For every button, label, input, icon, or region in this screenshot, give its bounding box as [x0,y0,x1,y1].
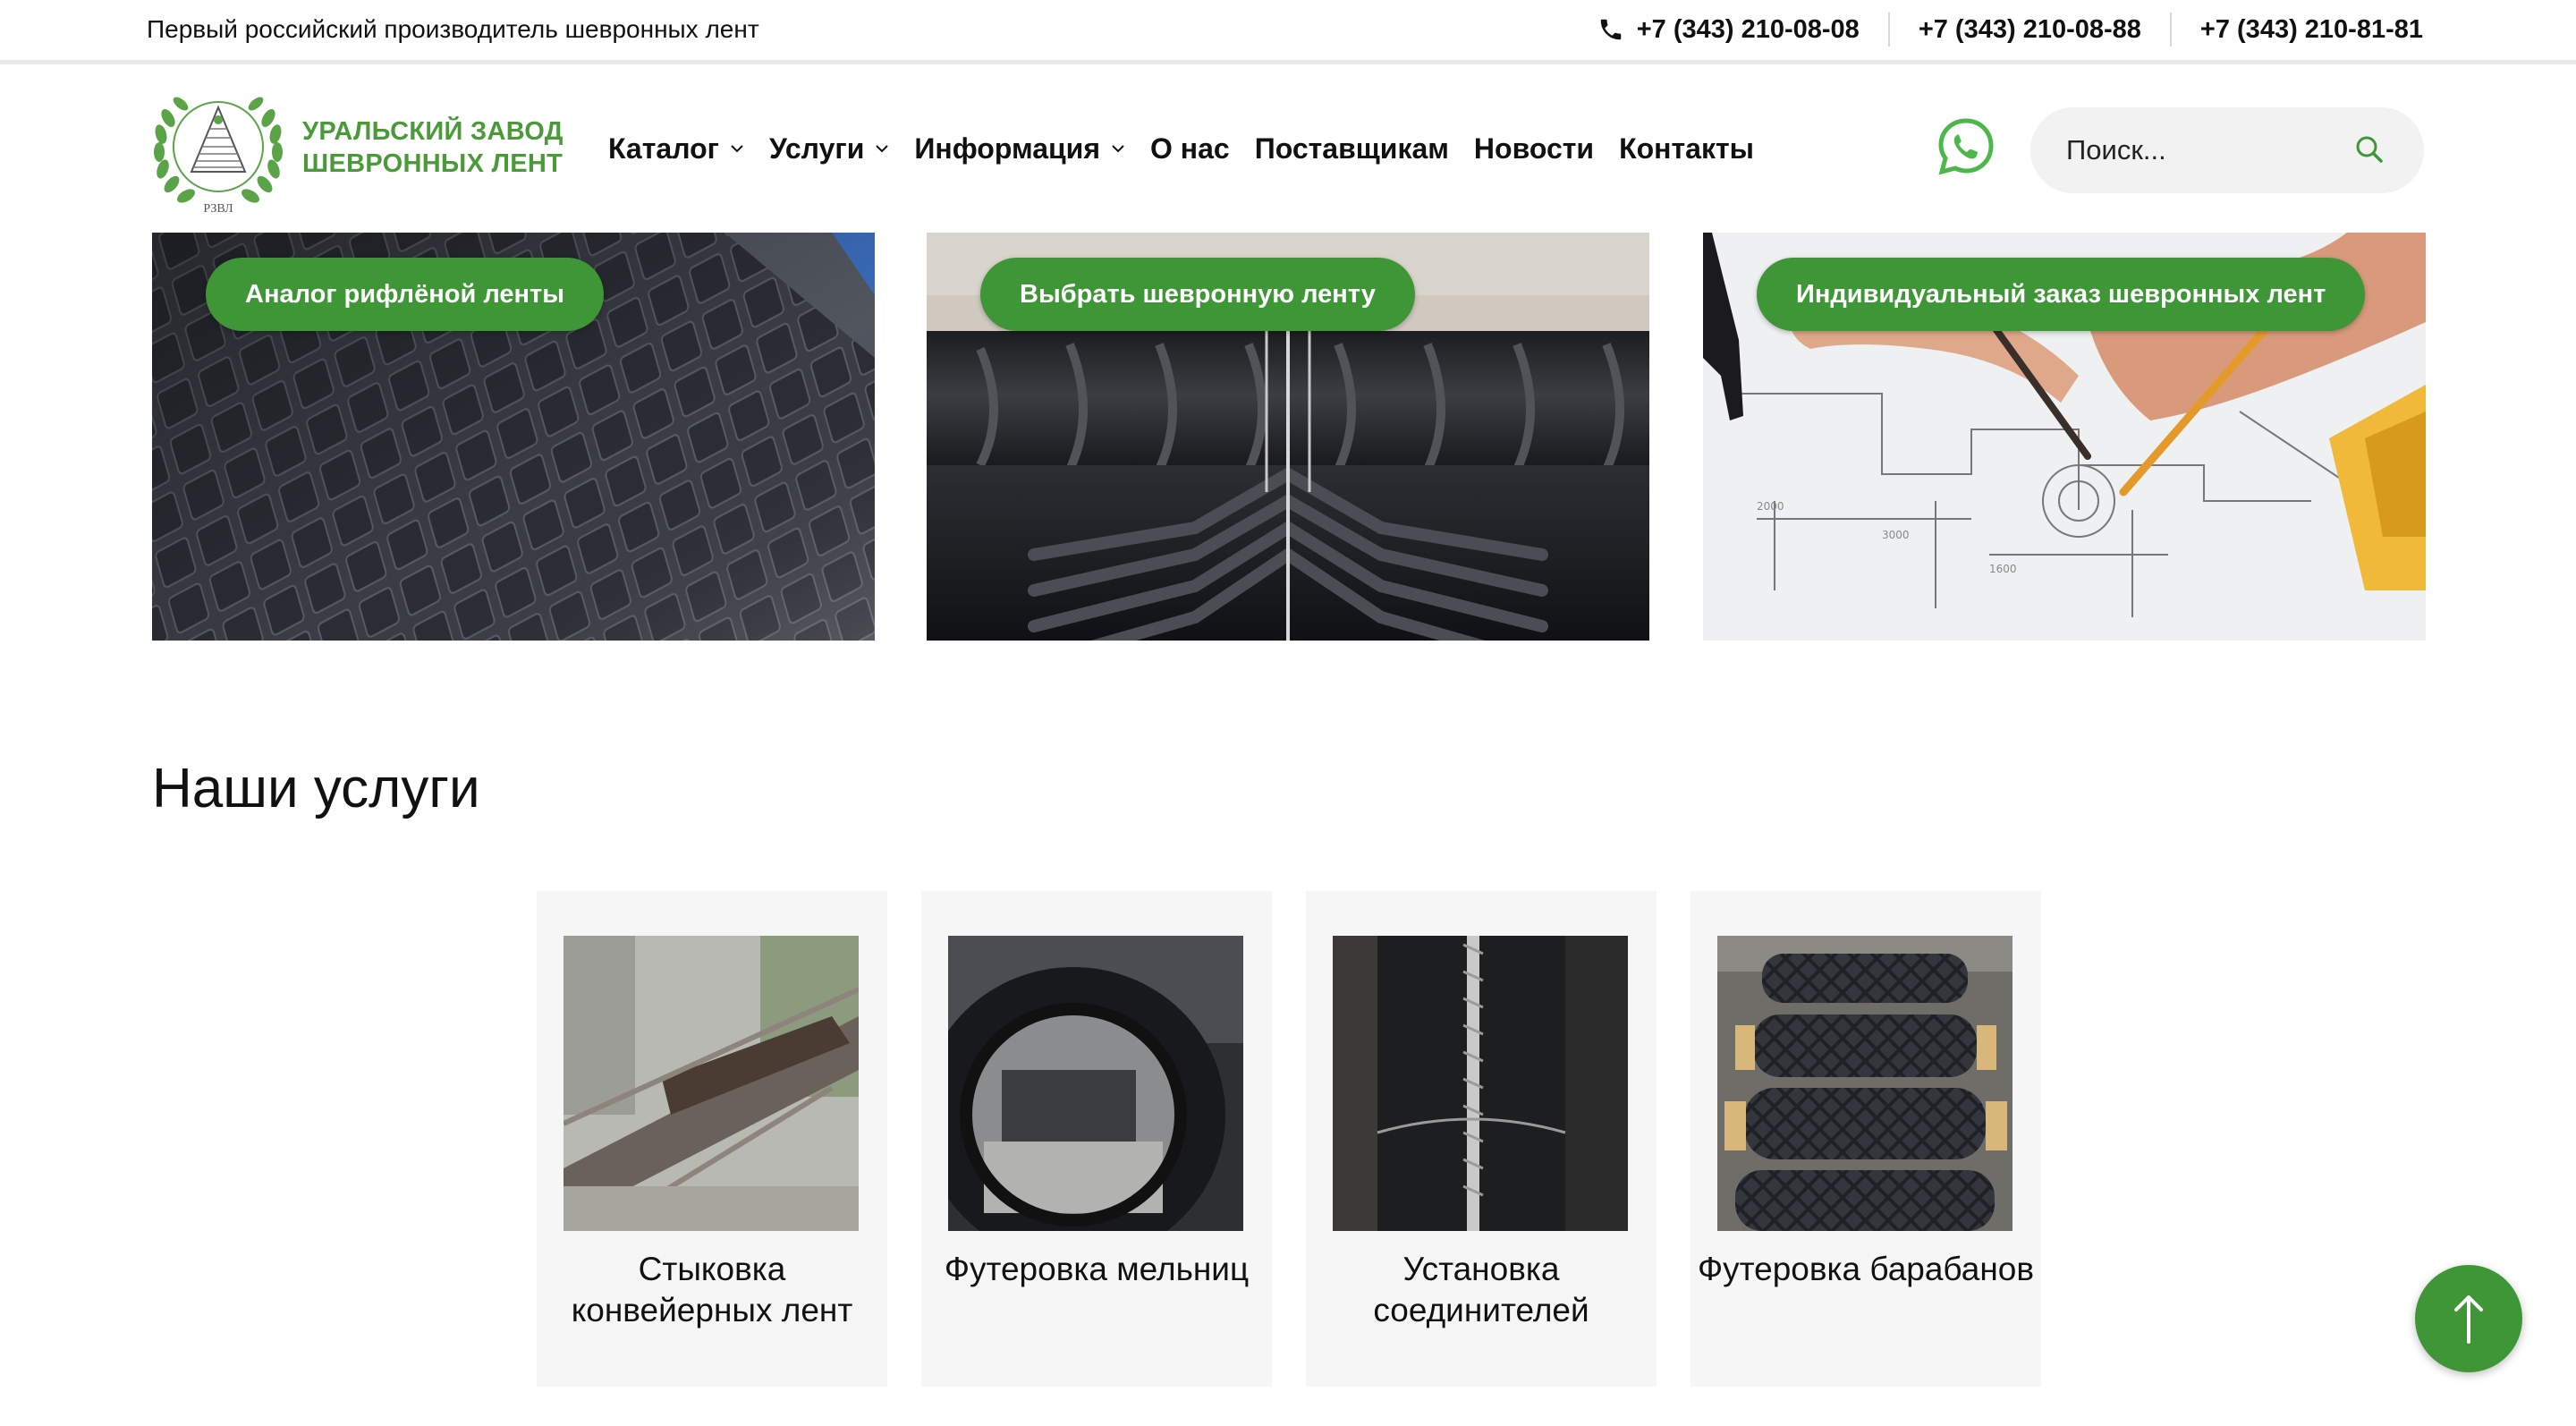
services-heading: Наши услуги [152,758,480,819]
phone-link-1[interactable]: +7 (343) 210-08-08 [1597,13,1888,47]
nav-item-news[interactable]: Новости [1474,132,1594,166]
drum-lagging-photo [1717,936,2012,1231]
nav-item-label: Новости [1473,132,1595,165]
nav-item-info[interactable]: Информация [914,132,1125,166]
nav-item-catalog[interactable]: Каталог [608,132,744,166]
nav-item-contacts[interactable]: Контакты [1619,132,1754,166]
svg-text:2000: 2000 [1757,500,1784,513]
phone-link-3[interactable]: +7 (343) 210-81-81 [2169,13,2423,47]
nav-item-about[interactable]: О нас [1150,132,1230,166]
service-card-drum-lagging[interactable]: Футеровка барабанов [1690,891,2041,1387]
nav-item-label: Контакты [1619,132,1754,165]
site-header: РЗВЛ УРАЛЬСКИЙ ЗАВОД ШЕВРОННЫХ ЛЕНТ Ката… [0,69,2576,230]
arrow-up-icon [2454,1295,2483,1344]
tagline: Первый российский производитель шевронны… [147,15,759,43]
chevron-down-icon [876,145,889,153]
nav-item-label: Информация [914,132,1100,165]
conveyor-splicing-photo [564,936,859,1231]
phone-link-2[interactable]: +7 (343) 210-08-88 [1887,13,2170,47]
brand-line-1: УРАЛЬСКИЙ ЗАВОД [302,117,564,146]
service-card-splicing[interactable]: Стыковка конвейерных лент [537,891,887,1387]
svg-text:3000: 3000 [1882,529,1910,541]
service-label: Футеровка мельниц [944,1251,1250,1287]
phone-number: +7 (343) 210-08-08 [1636,15,1860,44]
service-image [564,936,859,1231]
main-nav: Каталог Услуги Информация О нас Поставщи… [608,129,1779,168]
brand-line-2: ШЕВРОННЫХ ЛЕНТ [302,149,564,178]
logo-monogram: РЗВЛ [203,202,233,216]
promo-button[interactable]: Индивидуальный заказ шевронных лент [1757,258,2366,331]
chevron-down-icon [1112,145,1124,153]
service-image [948,936,1243,1231]
search-input[interactable] [2066,131,2352,170]
belt-fastener-photo [1333,936,1628,1231]
promo-card-chevron[interactable]: Выбрать шевронную ленту [927,233,1649,641]
company-logo[interactable]: РЗВЛ [150,82,286,216]
promo-button[interactable]: Выбрать шевронную ленту [980,258,1415,331]
nav-item-services[interactable]: Услуги [769,132,889,166]
top-bar: Первый российский производитель шевронны… [0,0,2576,64]
phone-icon [1600,19,1621,40]
chevron-down-icon [731,145,743,153]
nav-item-label: Услуги [768,132,865,165]
nav-item-suppliers[interactable]: Поставщикам [1255,132,1449,166]
service-label: Футеровка барабанов [1697,1251,2035,1287]
promo-button[interactable]: Аналог рифлёной ленты [206,258,604,331]
scroll-to-top-button[interactable] [2415,1265,2522,1372]
nav-item-label: О нас [1150,132,1230,165]
service-label: Стыковка конвейерных лент [571,1251,853,1328]
nav-item-label: Поставщикам [1254,132,1449,165]
nav-item-label: Каталог [608,132,719,165]
search-box [2030,107,2424,193]
search-icon[interactable] [2354,134,2385,165]
brand-name[interactable]: УРАЛЬСКИЙ ЗАВОД ШЕВРОННЫХ ЛЕНТ [302,115,564,180]
phone-number: +7 (343) 210-81-81 [2199,15,2423,44]
promo-card-custom[interactable]: 2000 3000 1600 Индивидуальный заказ шеврон… [1703,233,2426,641]
phone-list: +7 (343) 210-08-08 +7 (343) 210-08-88 +7… [1597,13,2423,47]
mill-lining-photo [948,936,1243,1231]
whatsapp-icon[interactable] [1936,116,1996,177]
promo-card-ribbed[interactable]: Аналог рифлёной ленты [152,233,875,641]
service-image [1717,936,2012,1231]
svg-text:1600: 1600 [1989,563,2017,575]
service-label: Установка соединителей [1373,1251,1589,1328]
service-image [1333,936,1628,1231]
phone-number: +7 (343) 210-08-88 [1918,15,2141,44]
service-card-fasteners[interactable]: Установка соединителей [1306,891,1657,1387]
service-card-mill-lining[interactable]: Футеровка мельниц [921,891,1272,1387]
